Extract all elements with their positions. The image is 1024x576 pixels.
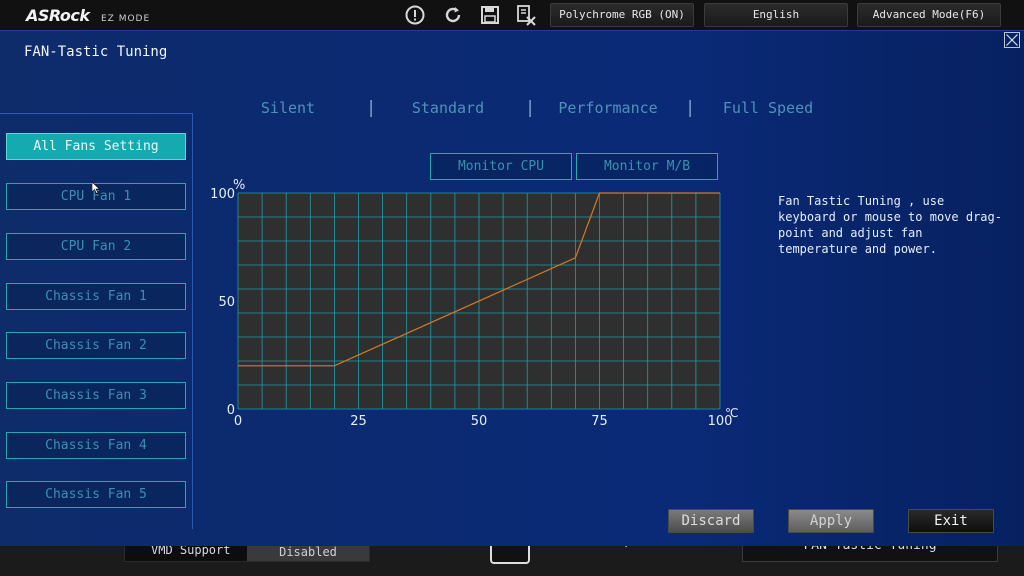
clear-icon[interactable] (515, 4, 537, 26)
exit-button[interactable]: Exit (908, 509, 994, 533)
y-tick-label: 0 (227, 403, 235, 418)
close-icon (1006, 34, 1018, 46)
y-tick-label: 100 (210, 187, 235, 202)
info-icon[interactable] (404, 4, 426, 26)
fan-chassis-fan-5[interactable]: Chassis Fan 5 (6, 481, 186, 508)
advanced-mode-button[interactable]: Advanced Mode(F6) (857, 3, 1001, 27)
discard-button[interactable]: Discard (668, 509, 754, 533)
divider-horizontal (0, 113, 192, 114)
close-button[interactable] (1004, 32, 1020, 48)
polychrome-rgb-button[interactable]: Polychrome RGB (ON) (550, 3, 694, 27)
profile-divider: | (366, 98, 377, 118)
dialog-title: FAN-Tastic Tuning (24, 44, 168, 60)
top-bar: ASRock EZ MODE Polychrome RGB (ON) Engli… (0, 0, 1024, 30)
x-tick-label: 25 (350, 414, 367, 429)
profile-divider: | (525, 98, 536, 118)
fan-tastic-tuning-dialog: FAN-Tastic Tuning Silent | Standard | Pe… (0, 30, 1024, 546)
divider-vertical (192, 113, 193, 529)
refresh-icon[interactable] (442, 4, 464, 26)
profile-performance[interactable]: Performance (553, 99, 663, 117)
profile-divider: | (685, 98, 696, 118)
fan-cpu-fan-2[interactable]: CPU Fan 2 (6, 233, 186, 260)
ez-mode-label: EZ MODE (101, 14, 151, 24)
fan-chassis-fan-1[interactable]: Chassis Fan 1 (6, 283, 186, 310)
apply-button[interactable]: Apply (788, 509, 874, 533)
language-button[interactable]: English (704, 3, 848, 27)
fan-chassis-fan-3[interactable]: Chassis Fan 3 (6, 382, 186, 409)
monitor-cpu-button[interactable]: Monitor CPU (430, 153, 572, 180)
monitor-mb-button[interactable]: Monitor M/B (576, 153, 718, 180)
profile-standard[interactable]: Standard (393, 99, 503, 117)
x-tick-label: 75 (591, 414, 608, 429)
fan-all-fans-setting[interactable]: All Fans Setting (6, 133, 186, 160)
y-axis-unit: % (233, 179, 245, 193)
fan-chassis-fan-2[interactable]: Chassis Fan 2 (6, 332, 186, 359)
y-tick-label: 50 (218, 295, 235, 310)
profile-full-speed[interactable]: Full Speed (713, 99, 823, 117)
x-tick-label: 50 (471, 414, 488, 429)
x-axis-unit: ℃ (725, 406, 738, 420)
profile-silent[interactable]: Silent (233, 99, 343, 117)
save-icon[interactable] (479, 4, 501, 26)
help-text: Fan Tastic Tuning , use keyboard or mous… (778, 194, 1002, 256)
x-tick-label: 0 (234, 414, 242, 429)
fan-curve-chart[interactable]: 0 25 50 75 100050100 % ℃ (210, 179, 750, 439)
mouse-cursor-icon (92, 182, 100, 194)
asrock-logo: ASRock (26, 6, 90, 25)
fan-chassis-fan-4[interactable]: Chassis Fan 4 (6, 432, 186, 459)
